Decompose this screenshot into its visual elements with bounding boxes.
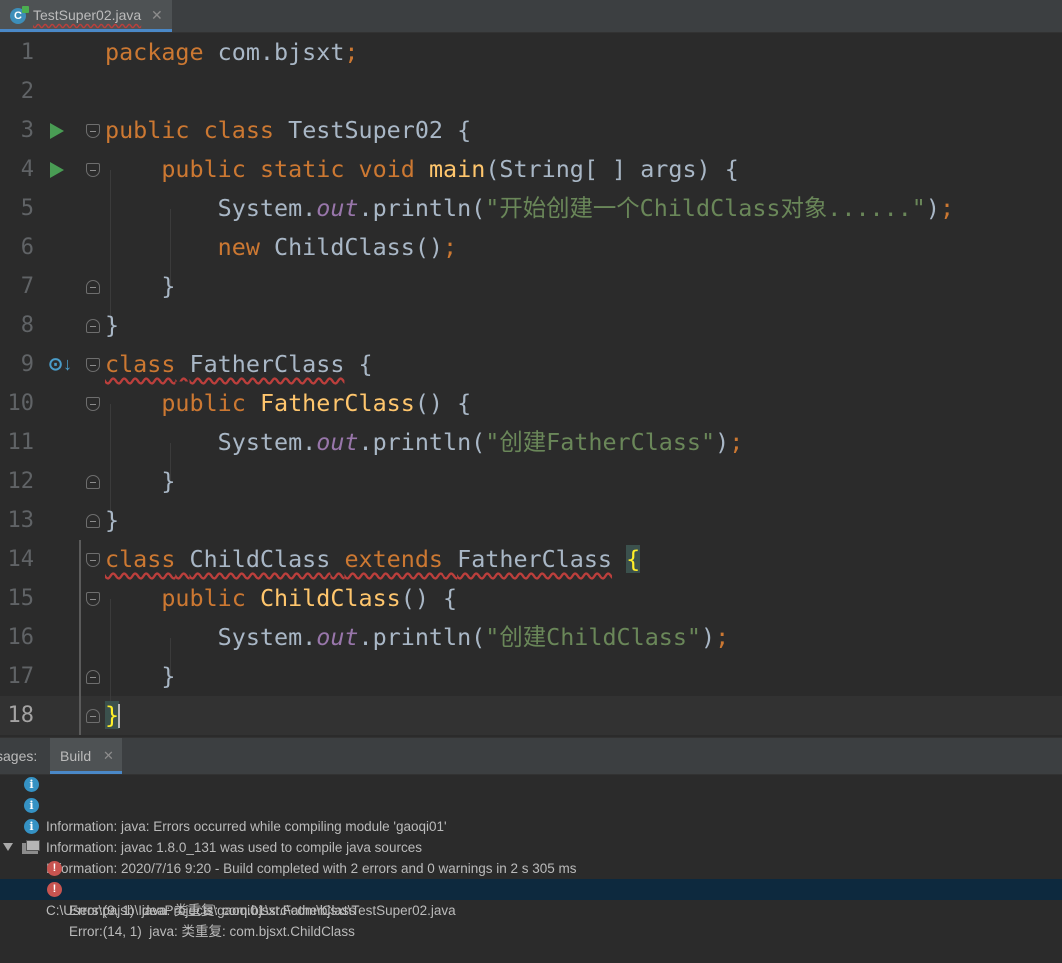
- code-text: new ChildClass();: [217, 233, 458, 261]
- fold-icon[interactable]: [86, 553, 100, 567]
- code-text: }: [105, 506, 120, 534]
- line-number: 11: [7, 430, 35, 455]
- fold-icon[interactable]: [86, 358, 100, 372]
- tab-label: TestSuper02.java: [33, 7, 142, 23]
- build-messages-panel: sages: Build ✕ i Information: java: Erro…: [0, 737, 1062, 939]
- fold-icon[interactable]: [86, 592, 100, 606]
- line-number: 14: [7, 547, 35, 572]
- build-message[interactable]: i Information: java: Errors occurred whi…: [0, 774, 1062, 834]
- code-line-18: 18 }: [0, 696, 1062, 735]
- file-icon: [22, 840, 40, 854]
- fold-end-icon[interactable]: [86, 475, 100, 489]
- code-line-9: 9 ⊙↓ class FatherClass {: [0, 345, 1062, 384]
- fold-icon[interactable]: [86, 163, 100, 177]
- line-number: 8: [20, 313, 34, 338]
- code-text: System.out.println("创建FatherClass");: [217, 428, 744, 456]
- line-number: 5: [20, 196, 34, 221]
- tab-testsuper02[interactable]: C TestSuper02.java ✕: [0, 0, 172, 32]
- java-class-icon: C: [10, 6, 29, 24]
- text-caret: [118, 704, 120, 728]
- code-line-10: 10 public FatherClass() {: [0, 384, 1062, 423]
- fold-end-icon[interactable]: [86, 514, 100, 528]
- run-icon[interactable]: [50, 162, 64, 178]
- build-message[interactable]: i Information: 2020/7/16 9:20 - Build co…: [0, 816, 1062, 876]
- line-number: 9: [20, 352, 34, 377]
- info-icon: i: [24, 819, 39, 834]
- code-line-13: 13 }: [0, 501, 1062, 540]
- expand-arrow-icon[interactable]: [3, 843, 13, 851]
- code-text: System.out.println("创建ChildClass");: [217, 623, 730, 651]
- matched-brace: }: [105, 701, 120, 729]
- fold-end-icon[interactable]: [86, 709, 100, 723]
- code-line-15: 15 public ChildClass() {: [0, 579, 1062, 618]
- code-text: public FatherClass() {: [161, 389, 472, 417]
- tab-build[interactable]: Build ✕: [50, 738, 122, 774]
- fold-end-icon[interactable]: [86, 670, 100, 684]
- code-line-16: 16 System.out.println("创建ChildClass");: [0, 618, 1062, 657]
- code-line-8: 8 }: [0, 306, 1062, 345]
- code-editor[interactable]: 1 package com.bjsxt; 2 3 public class Te…: [0, 33, 1062, 735]
- fold-end-icon[interactable]: [86, 319, 100, 333]
- code-line-2: 2: [0, 72, 1062, 111]
- line-number: 1: [20, 40, 34, 65]
- code-text: public static void main(String[ ] args) …: [161, 155, 739, 183]
- run-icon[interactable]: [50, 123, 64, 139]
- code-line-4: 4 public static void main(String[ ] args…: [0, 150, 1062, 189]
- code-line-7: 7 }: [0, 267, 1062, 306]
- line-number-current: 18: [7, 703, 35, 728]
- matched-brace: {: [626, 545, 641, 573]
- panel-header: sages: Build ✕: [0, 737, 1062, 775]
- code-line-11: 11 System.out.println("创建FatherClass");: [0, 423, 1062, 462]
- code-text: public class TestSuper02 {: [105, 116, 472, 144]
- code-line-1: 1 package com.bjsxt;: [0, 33, 1062, 72]
- code-line-6: 6 new ChildClass();: [0, 228, 1062, 267]
- code-text: }: [105, 696, 120, 735]
- code-text: }: [161, 272, 176, 300]
- code-line-3: 3 public class TestSuper02 {: [0, 111, 1062, 150]
- overridden-icon[interactable]: ⊙↓: [48, 354, 72, 375]
- fold-end-icon[interactable]: [86, 280, 100, 294]
- code-text: class FatherClass {: [105, 350, 373, 378]
- panel-title: sages:: [0, 748, 38, 764]
- editor-tab-bar: C TestSuper02.java ✕: [0, 0, 1062, 33]
- info-icon: i: [24, 777, 39, 792]
- fold-icon[interactable]: [86, 124, 100, 138]
- line-number: 10: [7, 391, 35, 416]
- line-number: 17: [7, 664, 35, 689]
- line-number: 3: [20, 118, 34, 143]
- error-icon: !: [47, 882, 62, 897]
- line-number: 15: [7, 586, 35, 611]
- code-text: package com.bjsxt;: [105, 38, 359, 66]
- build-error-message[interactable]: ! Error:(9, 1) java: 类重复: com.bjsxt.Fath…: [0, 858, 1062, 918]
- code-text: public ChildClass() {: [161, 584, 458, 612]
- code-text: System.out.println("开始创建一个ChildClass对象..…: [217, 194, 955, 222]
- code-line-17: 17 }: [0, 657, 1062, 696]
- line-number: 16: [7, 625, 35, 650]
- line-number: 13: [7, 508, 35, 533]
- close-tab-icon[interactable]: ✕: [151, 7, 163, 24]
- build-file-node[interactable]: C:\Users\pajsb\IdeaProjects\gaoqi01\src\…: [0, 837, 1062, 918]
- line-number: 12: [7, 469, 35, 494]
- code-text: }: [105, 311, 120, 339]
- code-text: }: [161, 467, 176, 495]
- fold-icon[interactable]: [86, 397, 100, 411]
- line-number: 7: [20, 274, 34, 299]
- error-icon: !: [47, 861, 62, 876]
- close-build-tab-icon[interactable]: ✕: [103, 748, 114, 764]
- line-number: 6: [20, 235, 34, 260]
- code-text: }: [161, 662, 176, 690]
- info-icon: i: [24, 798, 39, 813]
- build-tab-label: Build: [60, 748, 92, 764]
- code-line-5: 5 System.out.println("开始创建一个ChildClass对象…: [0, 189, 1062, 228]
- code-line-12: 12 }: [0, 462, 1062, 501]
- build-message[interactable]: i Information: javac 1.8.0_131 was used …: [0, 795, 1062, 855]
- code-line-14: 14 class ChildClass extends FatherClass …: [0, 540, 1062, 579]
- build-error-message-selected[interactable]: ! Error:(14, 1) java: 类重复: com.bjsxt.Chi…: [0, 879, 1062, 939]
- code-text: class ChildClass extends FatherClass {: [105, 545, 641, 573]
- line-number: 4: [20, 157, 34, 182]
- line-number: 2: [20, 79, 34, 104]
